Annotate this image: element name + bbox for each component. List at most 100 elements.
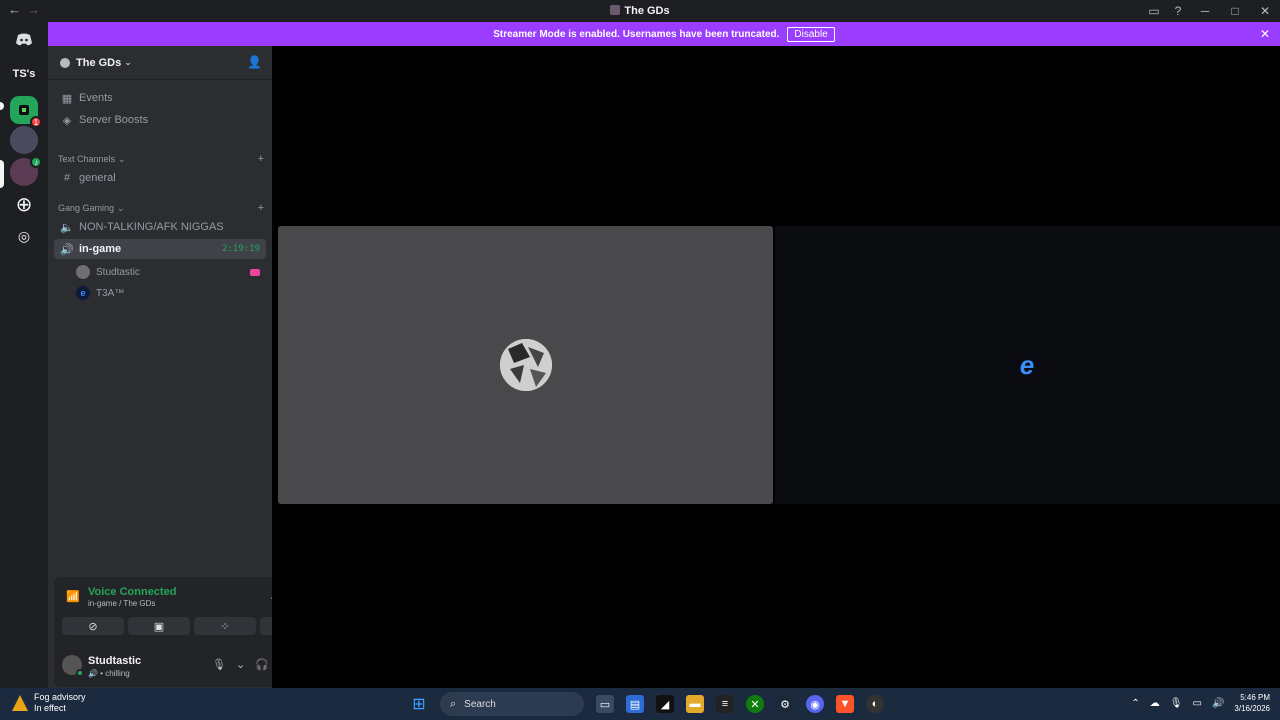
title-bar: ← → The GDs ▭ ? ─ □ ✕ [0,0,1280,22]
inbox-icon[interactable]: ▭ [1142,4,1166,18]
display-icon[interactable]: ▭ [1193,698,1202,709]
category-label: Text Channels [58,154,116,164]
voice-status[interactable]: Voice Connected [88,586,176,598]
weather-line2: In effect [34,703,66,713]
voice-user-name: T3A™ [96,287,125,299]
explore-icon[interactable]: ◎ [10,222,38,250]
activities-button[interactable]: ⁘ [194,617,256,635]
internet-explorer-icon: e [1010,348,1044,382]
app-icon[interactable]: ◢ [656,695,674,713]
boost-icon: ◈ [62,114,72,127]
close-button[interactable]: ✕ [1250,4,1280,18]
minimize-button[interactable]: ─ [1190,4,1220,18]
steam-icon[interactable]: ⚙ [776,695,794,713]
window-title: The GDs [0,5,1280,17]
calendar-icon: ▦ [61,92,73,105]
sidebar-item-boosts[interactable]: ◈ Server Boosts [54,110,266,130]
hash-icon: # [63,172,71,184]
camera-off-button[interactable]: ⊘ [62,617,124,635]
task-view-icon[interactable]: ▭ [596,695,614,713]
call-timer: 2:19:19 [222,244,260,254]
date: 3/16/2026 [1234,704,1270,713]
brave-icon[interactable]: ▼ [836,695,854,713]
app-icon-2[interactable]: ≡ [716,695,734,713]
channel-label: NON-TALKING/AFK NIGGAS [79,221,224,233]
chevron-down-icon: ⌄ [117,202,125,213]
search-box[interactable]: ⌕ Search [440,692,584,716]
server-name: The GDs [76,56,122,69]
voice-user[interactable]: e T3A™ [76,284,264,302]
voice-user-name: Studtastic [96,266,140,278]
mention-badge: 1 [30,116,42,128]
clock[interactable]: 5:46 PM 3/16/2026 [1234,692,1270,714]
disable-button[interactable]: Disable [787,26,835,42]
server-rail: TS's 1 ♪ ⊕ ◎ [0,22,48,688]
app-icon-3[interactable]: ◐ [866,695,884,713]
streaming-icon [250,268,260,276]
category-gang-gaming[interactable]: Gang Gaming ⌄ + [58,201,266,215]
taskbar: Fog advisory In effect ⊞ ⌕ Search ▭ ▤ ◢ … [0,688,1280,720]
custom-status: chilling [105,669,130,678]
server-ts[interactable]: TS's [10,60,38,88]
weather-widget[interactable]: Fog advisory In effect [12,692,86,714]
microphone-icon[interactable]: 🎙 [212,658,226,671]
participant-tile-studtastic[interactable] [278,226,773,504]
cloud-icon[interactable]: ☁ [1150,698,1160,709]
voice-location[interactable]: in-game / The GDs [88,599,155,608]
warning-icon [12,695,28,711]
folder-icon[interactable]: ▬ [686,695,704,713]
sidebar-item-events[interactable]: ▦ Events [54,88,266,108]
help-icon[interactable]: ? [1166,4,1190,18]
discord-home-icon[interactable] [10,26,38,54]
window-title-text: The GDs [624,5,670,17]
xbox-icon[interactable]: ✕ [746,695,764,713]
create-channel-icon[interactable]: + [258,153,264,165]
channel-label: general [79,172,116,184]
user-status: 🔊 • chilling [88,669,130,678]
add-member-icon[interactable]: 👤 [247,55,262,69]
status-online-icon [76,669,84,677]
banner-close-icon[interactable]: ✕ [1260,27,1270,41]
channel-sidebar: The GDs ⌄ 👤 ▦ Events ◈ Server Boosts Tex… [48,46,322,688]
store-icon[interactable]: ▤ [626,695,644,713]
channel-in-game[interactable]: 🔊 in-game 2:19:19 [54,239,266,259]
speaker-icon: 🔊 [60,243,74,256]
add-server-icon[interactable]: ⊕ [10,190,38,218]
create-channel-icon[interactable]: + [258,202,264,214]
signal-icon: 📶 [66,591,80,603]
share-screen-button[interactable]: ▣ [128,617,190,635]
chevron-down-icon[interactable]: ⌄ [236,658,245,671]
channel-afk[interactable]: 🔈 NON-TALKING/AFK NIGGAS [54,217,266,237]
windows-start-icon[interactable]: ⊞ [410,695,428,713]
server-thumb-icon [610,5,621,15]
channel-label: in-game [79,243,122,255]
search-label: Search [464,698,496,710]
server-icon-3[interactable]: ♪ [10,156,42,186]
discord-taskbar-icon[interactable]: ◉ [806,695,824,713]
user-name: Studtastic [88,655,142,667]
volume-icon[interactable]: 🔊 [1212,698,1224,709]
voice-stage: e [272,46,1280,688]
category-text-channels[interactable]: Text Channels ⌄ + [58,152,266,166]
chevron-down-icon: ⌄ [124,57,132,67]
microphone-icon[interactable]: 🎙 [1170,698,1183,709]
server-header[interactable]: The GDs ⌄ 👤 [48,46,272,80]
weather-line1: Fog advisory [34,692,86,702]
events-label: Events [79,92,113,104]
server-icon-2[interactable] [10,126,38,154]
headphones-icon[interactable]: 🎧 [255,658,269,671]
chevron-up-icon[interactable]: ⌃ [1131,698,1139,709]
taskbar-apps: ⊞ ⌕ Search ▭ ▤ ◢ ▬ ≡ ✕ ⚙ ◉ ▼ ◐ [410,692,884,716]
channel-general[interactable]: # general [54,168,266,188]
category-label: Gang Gaming [58,203,115,213]
maximize-button[interactable]: □ [1220,4,1250,18]
banner-text: Streamer Mode is enabled. Usernames have… [493,28,780,40]
avatar [500,339,552,391]
window-controls: ▭ ? ─ □ ✕ [1142,0,1280,22]
server-icon-1[interactable]: 1 [10,96,42,128]
system-tray: ⌃ ☁ 🎙 ▭ 🔊 5:46 PM 3/16/2026 [1131,692,1270,714]
time: 5:46 PM [1240,693,1270,702]
voice-user[interactable]: Studtastic [76,263,264,281]
participant-tile-t3a[interactable]: e [775,226,1280,504]
avatar [76,265,90,279]
